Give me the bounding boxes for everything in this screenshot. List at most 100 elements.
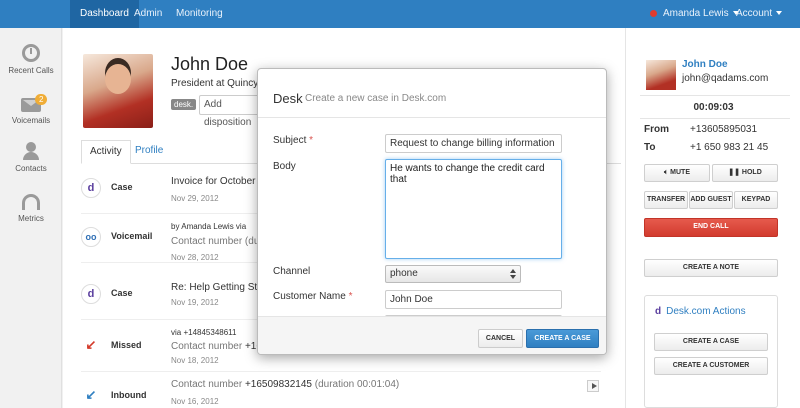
from-number: +13605895031 — [690, 124, 758, 135]
voicemail-count-badge: 2 — [35, 94, 48, 105]
subject-label-text: Subject — [273, 135, 307, 146]
subject-input[interactable]: Request to change billing information — [385, 134, 562, 153]
activity-date: Nov 19, 2012 — [171, 298, 219, 307]
activity-subject[interactable]: Invoice for October 20 — [171, 176, 269, 187]
tab-profile[interactable]: Profile — [127, 140, 171, 164]
channel-label: Channel — [273, 266, 311, 277]
sidebar-item-recent-calls[interactable]: Recent Calls — [0, 44, 62, 75]
activity-type: Voicemail — [111, 231, 153, 241]
voicemail-icon: oo — [81, 227, 101, 247]
channel-select[interactable]: phone — [385, 265, 521, 283]
sidebar-item-metrics[interactable]: Metrics — [0, 194, 62, 223]
pause-icon: ❚❚ — [728, 169, 742, 176]
left-sidebar: Recent Calls 2 Voicemails Contacts Metri… — [0, 28, 62, 408]
modal-subtitle: Create a new case in Desk.com — [305, 93, 447, 104]
add-guest-button[interactable]: Add Guest — [689, 191, 733, 209]
caller-avatar — [646, 60, 676, 90]
call-timer: 00:09:03 — [693, 102, 734, 113]
create-case-modal: Desk Create a new case in Desk.com Subje… — [257, 68, 607, 355]
activity-detail: Contact number +16509832145 (duration 00… — [171, 379, 399, 390]
sidebar-item-contacts[interactable]: Contacts — [0, 142, 62, 173]
body-label: Body — [273, 161, 296, 172]
status-dot-icon — [650, 9, 657, 17]
subject-label: Subject * — [273, 135, 313, 146]
activity-date: Nov 16, 2012 — [171, 397, 219, 406]
create-case-button[interactable]: Create a Case — [654, 333, 768, 351]
activity-number: +16509832145 — [244, 379, 312, 390]
sidebar-item-label: Contacts — [15, 164, 47, 173]
caller-email: john@qadams.com — [682, 73, 769, 84]
modal-footer: Cancel Create a Case — [258, 316, 606, 354]
contact-title: President at Quincy & — [171, 78, 268, 89]
activity-type: Missed — [111, 340, 142, 350]
sidebar-item-label: Voicemails — [11, 116, 51, 125]
mute-button[interactable]: 🔈︎ Mute — [644, 164, 710, 182]
activity-author: by Amanda Lewis via — [171, 222, 247, 231]
contact-avatar — [83, 54, 153, 128]
user-name: Amanda Lewis — [663, 8, 729, 19]
contact-name: John Doe — [171, 54, 249, 74]
mute-label: Mute — [670, 169, 690, 176]
desk-actions-title: d Desk.com Actions — [655, 306, 746, 317]
desk-logo-icon: d — [655, 306, 662, 317]
activity-type: Case — [111, 288, 133, 298]
customer-name-label-text: Customer Name — [273, 291, 346, 302]
tab-activity[interactable]: Activity — [81, 140, 131, 164]
divider — [258, 117, 606, 118]
contacts-icon — [21, 142, 41, 160]
call-panel: John Doe john@qadams.com 00:09:03 From +… — [625, 28, 800, 408]
desk-badge: desk. — [171, 99, 197, 110]
top-navbar: Dashboard Admin Monitoring Amanda Lewis … — [0, 0, 800, 28]
account-menu[interactable]: Account — [726, 0, 792, 28]
create-note-button[interactable]: Create a Note — [644, 259, 778, 277]
hold-button[interactable]: ❚❚ Hold — [712, 164, 778, 182]
desk-actions-panel: d Desk.com Actions Create a Case Create a… — [644, 295, 778, 408]
desk-case-icon: d — [81, 178, 101, 198]
sidebar-item-label: Recent Calls — [8, 66, 54, 75]
body-textarea[interactable]: He wants to change the credit card that — [385, 159, 562, 259]
activity-date: Nov 29, 2012 — [171, 194, 219, 203]
sidebar-item-label: Metrics — [18, 214, 44, 223]
activity-duration: (duration 00:01:04) — [314, 379, 400, 390]
keypad-button[interactable]: Keypad — [734, 191, 778, 209]
cancel-button[interactable]: Cancel — [478, 329, 523, 348]
headset-icon — [22, 194, 40, 210]
to-number: +1 650 983 21 45 — [690, 142, 769, 153]
divider — [640, 95, 790, 96]
from-label: From — [644, 124, 669, 135]
divider — [640, 118, 790, 119]
activity-date: Nov 18, 2012 — [171, 356, 219, 365]
activity-date: Nov 28, 2012 — [171, 253, 219, 262]
customer-name-input[interactable]: John Doe — [385, 290, 562, 309]
hold-label: Hold — [741, 169, 762, 176]
activity-via: via +14845348611 — [171, 328, 237, 337]
activity-detail-text: Contact number — [171, 341, 243, 352]
channel-selected-value: phone — [390, 268, 418, 279]
inbound-call-icon: ↙ — [81, 386, 101, 406]
customer-name-label: Customer Name * — [273, 291, 353, 302]
nav-tab-monitoring[interactable]: Monitoring — [166, 0, 233, 28]
to-label: To — [644, 142, 656, 153]
activity-detail-text: Contact number — [171, 379, 243, 390]
activity-type: Case — [111, 182, 133, 192]
transfer-button[interactable]: Transfer — [644, 191, 688, 209]
end-call-button[interactable]: End Call — [644, 218, 778, 237]
chevron-down-icon — [776, 11, 783, 16]
clock-icon — [22, 44, 40, 62]
modal-title: Desk — [273, 91, 303, 106]
play-icon[interactable] — [587, 380, 599, 392]
required-marker: * — [348, 291, 353, 302]
desk-case-icon: d — [81, 284, 101, 304]
sidebar-item-voicemails[interactable]: 2 Voicemails — [0, 94, 62, 125]
select-arrows-icon — [510, 269, 517, 279]
create-customer-button[interactable]: Create a Customer — [654, 357, 768, 375]
activity-subject[interactable]: Re: Help Getting Start — [171, 282, 269, 293]
create-case-submit-button[interactable]: Create a Case — [526, 329, 599, 348]
desk-actions-title-text: Desk.com Actions — [666, 306, 746, 317]
account-label: Account — [736, 8, 773, 19]
missed-call-icon: ↙ — [81, 336, 101, 356]
required-marker: * — [309, 135, 314, 146]
caller-name[interactable]: John Doe — [682, 59, 728, 70]
list-item[interactable]: ↙ Inbound Contact number +16509832145 (d… — [81, 374, 601, 408]
activity-type: Inbound — [111, 390, 147, 400]
